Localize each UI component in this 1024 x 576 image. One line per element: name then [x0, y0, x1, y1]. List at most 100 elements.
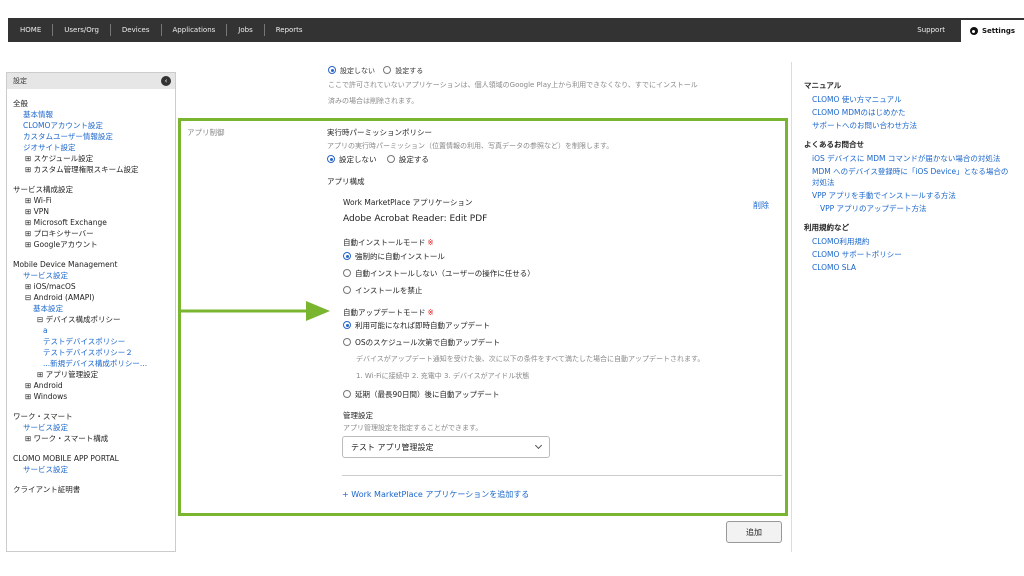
help-section-title: マニュアル: [804, 81, 842, 90]
mgmt-desc: アプリ管理設定を指定することができます。: [343, 424, 483, 432]
sidebar-item[interactable]: ⊞ VPN: [13, 206, 175, 217]
sidebar-item[interactable]: テストデバイスポリシー: [13, 336, 175, 347]
chevron-down-icon: [534, 441, 543, 450]
sidebar-group-title: クライアント証明書: [13, 485, 81, 494]
sidebar-item[interactable]: 基本設定: [13, 303, 175, 314]
update-option-2[interactable]: OSのスケジュール次第で自動アップデート: [343, 337, 500, 348]
sidebar-item[interactable]: ⊞ スケジュール設定: [13, 153, 175, 164]
top-radio-on[interactable]: [383, 66, 392, 74]
update-required-mark: ※: [427, 308, 434, 317]
help-link[interactable]: VPP アプリのアップデート方法: [804, 203, 1014, 214]
runtime-radio-on[interactable]: [386, 155, 395, 163]
update-option-1[interactable]: 利用可能になれば即時自動アップデート: [343, 320, 490, 331]
help-link[interactable]: MDM へのデバイス登録時に「iOS Device」となる場合の対処法: [804, 166, 1014, 188]
top-radio-off[interactable]: [328, 66, 336, 74]
add-button[interactable]: 追加: [726, 521, 782, 543]
nav-applications[interactable]: Applications: [162, 24, 228, 36]
update-radio-1[interactable]: [343, 321, 351, 329]
nav-jobs[interactable]: Jobs: [227, 24, 265, 36]
mgmt-select[interactable]: テスト アプリ管理設定: [342, 436, 550, 458]
update-radio-3[interactable]: [343, 390, 351, 398]
sidebar-item[interactable]: サービス設定: [13, 422, 175, 433]
help-link[interactable]: CLOMO SLA: [804, 262, 1014, 273]
install-option-1-label: 強制的に自動インストール: [355, 252, 445, 261]
help-link[interactable]: CLOMO MDMのはじめかた: [804, 107, 1014, 118]
sidebar-item[interactable]: サービス設定: [13, 270, 175, 281]
sidebar-item[interactable]: ⊞ ワーク・スマート構成: [13, 433, 175, 444]
nav-users-org[interactable]: Users/Org: [53, 24, 111, 36]
sidebar-item[interactable]: ジオサイト設定: [13, 142, 175, 153]
divider: [342, 475, 782, 476]
sidebar-item[interactable]: ⊞ アプリ管理設定: [13, 369, 175, 380]
sidebar-group-title: Mobile Device Management: [13, 260, 118, 269]
sidebar-item[interactable]: カスタムユーザー情報設定: [13, 131, 175, 142]
chevron-left-icon[interactable]: ‹: [161, 76, 171, 86]
help-link[interactable]: CLOMO 使い方マニュアル: [804, 94, 1014, 105]
sidebar-item[interactable]: 基本情報: [13, 109, 175, 120]
sidebar-item[interactable]: ⊟ Android (AMAPI): [13, 292, 175, 303]
sidebar-item[interactable]: ⊞ カスタム管理権限スキーム設定: [13, 164, 175, 175]
nav-home[interactable]: HOME: [8, 24, 54, 36]
wm-app-name: Adobe Acrobat Reader: Edit PDF: [343, 214, 488, 224]
sidebar-group-title: 全般: [13, 99, 28, 108]
help-link[interactable]: サポートへのお問い合わせ方法: [804, 120, 1014, 131]
nav-settings-tab[interactable]: Settings: [960, 20, 1024, 42]
install-radio-1[interactable]: [343, 252, 351, 260]
sidebar-item[interactable]: CLOMOアカウント設定: [13, 120, 175, 131]
top-radio-off-label: 設定しない: [340, 67, 375, 75]
sidebar-group-title: CLOMO MOBILE APP PORTAL: [13, 454, 119, 463]
runtime-radio-row: 設定しない 設定する: [327, 154, 429, 165]
help-link[interactable]: CLOMO サポートポリシー: [804, 249, 1014, 260]
sidebar-item[interactable]: テストデバイスポリシー２: [13, 347, 175, 358]
sidebar-item[interactable]: ⊞ Microsoft Exchange: [13, 217, 175, 228]
update-option-1-label: 利用可能になれば即時自動アップデート: [355, 321, 490, 330]
update-option-2-label: OSのスケジュール次第で自動アップデート: [355, 338, 501, 347]
add-wm-app-link[interactable]: + Work MarketPlace アプリケーションを追加する: [342, 489, 529, 500]
update-option-2-desc-2: 1. Wi-Fiに接続中 2. 充電中 3. デバイスがアイドル状態: [356, 372, 530, 380]
sidebar-group: サービス構成設定 ⊞ Wi-Fi ⊞ VPN ⊞ Microsoft Exchange…: [7, 175, 175, 250]
update-option-3[interactable]: 延期（最長90日間）後に自動アップデート: [343, 389, 500, 400]
help-link[interactable]: CLOMO利用規約: [804, 236, 1014, 247]
sidebar-item[interactable]: サービス設定: [13, 464, 175, 475]
install-option-3[interactable]: インストールを禁止: [343, 285, 422, 296]
sidebar-group-title: サービス構成設定: [13, 185, 73, 194]
install-mode-title: 自動インストールモード ※: [343, 237, 434, 248]
sidebar-item[interactable]: ...新規デバイス構成ポリシー...: [13, 358, 175, 369]
install-option-2-label: 自動インストールしない（ユーザーの操作に任せる）: [355, 269, 535, 278]
update-radio-2[interactable]: [343, 338, 351, 346]
sidebar-body: 全般 基本情報 CLOMOアカウント設定 カスタムユーザー情報設定 ジオサイト設定 ⊞ ス…: [7, 89, 175, 495]
install-radio-3[interactable]: [343, 286, 351, 294]
sidebar-group: 全般 基本情報 CLOMOアカウント設定 カスタムユーザー情報設定 ジオサイト設定 ⊞ ス…: [7, 89, 175, 175]
mgmt-select-value: テスト アプリ管理設定: [351, 442, 434, 452]
install-radio-2[interactable]: [343, 269, 351, 277]
settings-sidebar: 設定 ‹ 全般 基本情報 CLOMOアカウント設定 カスタムユーザー情報設定 ジオサイト…: [6, 72, 176, 552]
sidebar-title: 設定: [13, 77, 27, 85]
app-config-title: アプリ構成: [327, 177, 365, 186]
nav-support[interactable]: Support: [901, 26, 961, 34]
runtime-radio-off[interactable]: [327, 155, 335, 163]
sidebar-group-title: ワーク・スマート: [13, 412, 73, 421]
sidebar-item[interactable]: a: [13, 325, 175, 336]
nav-devices[interactable]: Devices: [111, 24, 162, 36]
update-option-3-label: 延期（最長90日間）後に自動アップデート: [355, 390, 500, 399]
sidebar-item[interactable]: ⊞ iOS/macOS: [13, 281, 175, 292]
delete-app-link[interactable]: 削除: [753, 200, 769, 211]
sidebar-item[interactable]: ⊞ Wi-Fi: [13, 195, 175, 206]
install-option-2[interactable]: 自動インストールしない（ユーザーの操作に任せる）: [343, 268, 535, 279]
sidebar-item[interactable]: ⊞ プロキシサーバー: [13, 228, 175, 239]
help-link[interactable]: VPP アプリを手動でインストールする方法: [804, 190, 1014, 201]
sidebar-item[interactable]: ⊞ Windows: [13, 391, 175, 402]
install-mode-title-text: 自動インストールモード: [343, 238, 426, 247]
help-section-title: 利用規約など: [804, 223, 849, 232]
sidebar-header: 設定 ‹: [7, 73, 175, 89]
update-mode-title: 自動アップデートモード ※: [343, 307, 434, 318]
sidebar-item[interactable]: ⊟ デバイス構成ポリシー: [13, 314, 175, 325]
help-link[interactable]: iOS デバイスに MDM コマンドが届かない場合の対処法: [804, 153, 1014, 164]
sidebar-item[interactable]: ⊞ Android: [13, 380, 175, 391]
install-option-1[interactable]: 強制的に自動インストール: [343, 251, 445, 262]
nav-reports[interactable]: Reports: [265, 24, 314, 36]
top-note-1: ここで許可されていないアプリケーションは、個人領域のGoogle Play上から…: [328, 81, 698, 89]
sidebar-item[interactable]: ⊞ Googleアカウント: [13, 239, 175, 250]
sidebar-group: ワーク・スマート サービス設定 ⊞ ワーク・スマート構成: [7, 402, 175, 444]
update-mode-title-text: 自動アップデートモード: [343, 308, 426, 317]
